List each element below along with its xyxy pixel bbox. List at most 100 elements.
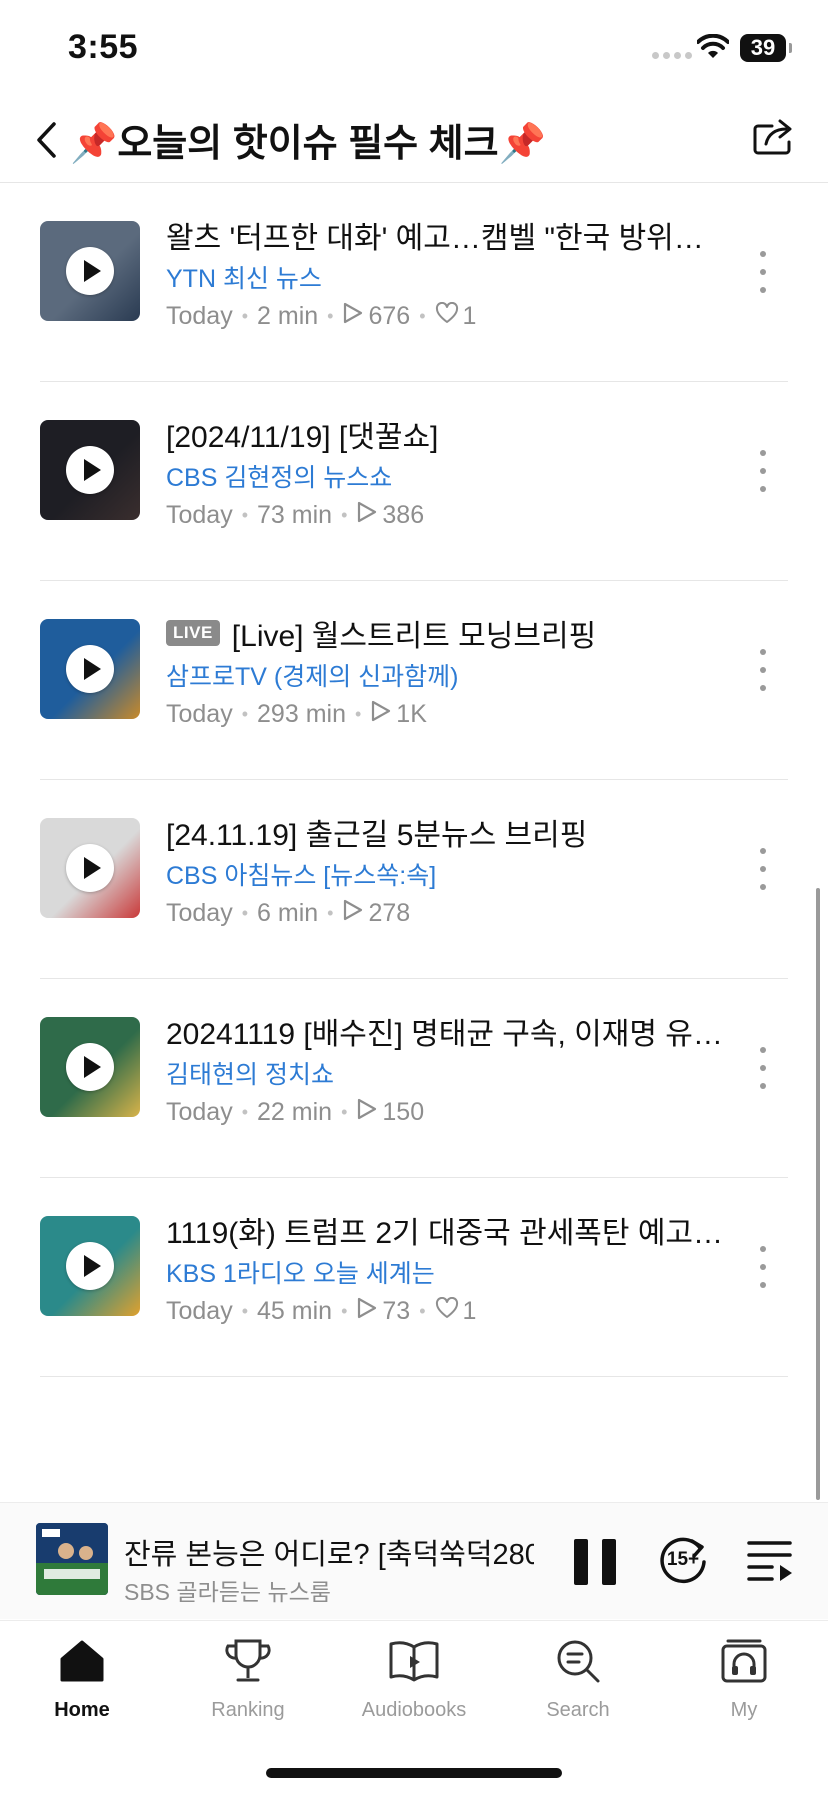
episode-list-item[interactable]: [2024/11/19] [댓꿀쇼] CBS 김현정의 뉴스쇼 Today • … xyxy=(0,382,828,581)
episode-meta: Today • 2 min • 676 • 1 xyxy=(166,301,477,331)
channel-link[interactable]: 삼프로TV (경제의 신과함께) xyxy=(166,657,459,693)
battery-level: 39 xyxy=(750,35,776,60)
play-button[interactable] xyxy=(66,247,114,295)
episode-title-row: [24.11.19] 출근길 5분뉴스 브리핑 xyxy=(166,810,726,854)
play-button[interactable] xyxy=(66,1043,114,1091)
play-count: 676 xyxy=(368,302,411,330)
episode-title: [24.11.19] 출근길 5분뉴스 브리핑 xyxy=(166,819,588,852)
cellular-signal-icon xyxy=(652,52,692,59)
skip-forward-button[interactable]: 15+ xyxy=(656,1535,710,1589)
live-badge: LIVE xyxy=(166,620,220,646)
like-count: 1 xyxy=(462,1297,477,1325)
mini-player[interactable]: 잔류 본능은 어디로? [축덕쑥덕280] SBS 골라듣는 뉴스룸 15+ xyxy=(0,1502,828,1619)
play-button[interactable] xyxy=(66,844,114,892)
episode-thumbnail[interactable] xyxy=(40,1216,140,1316)
more-options-button[interactable] xyxy=(748,446,778,496)
more-options-button[interactable] xyxy=(748,645,778,695)
play-count: 278 xyxy=(368,899,411,927)
tab-audiobooks[interactable]: Audiobooks xyxy=(344,1635,484,1735)
play-count-icon xyxy=(342,898,368,929)
episode-meta: Today • 45 min • 73 • 1 xyxy=(166,1296,477,1327)
episode-duration: 2 min xyxy=(257,302,319,330)
episode-thumbnail[interactable] xyxy=(40,221,140,321)
episode-meta: Today • 6 min • 278 xyxy=(166,898,411,929)
episode-date: Today xyxy=(166,700,233,728)
episode-title: 1119(화) 트럼프 2기 대중국 관세폭탄 예고,… xyxy=(166,1217,726,1250)
channel-link[interactable]: KBS 1라디오 오늘 세계는 xyxy=(166,1254,435,1290)
more-vertical-icon xyxy=(760,649,766,655)
tab-ranking[interactable]: Ranking xyxy=(178,1635,318,1735)
episode-duration: 22 min xyxy=(257,1098,333,1126)
episode-list: 왈츠 '터프한 대화' 예고…캠벨 "한국 방위비… YTN 최신 뉴스 Tod… xyxy=(0,183,828,1377)
audiobook-icon xyxy=(388,1635,440,1687)
channel-link[interactable]: YTN 최신 뉴스 xyxy=(166,259,322,295)
tab-label: Home xyxy=(54,1699,110,1721)
episode-thumbnail[interactable] xyxy=(40,619,140,719)
episode-duration: 73 min xyxy=(257,501,333,529)
play-count: 150 xyxy=(382,1098,425,1126)
tab-label: Audiobooks xyxy=(361,1699,467,1721)
tab-label: Search xyxy=(546,1699,610,1721)
more-vertical-icon xyxy=(760,848,766,854)
episode-thumbnail[interactable] xyxy=(40,818,140,918)
divider xyxy=(40,1376,788,1377)
back-button[interactable] xyxy=(26,114,66,166)
tab-label: Ranking xyxy=(211,1699,285,1721)
more-options-button[interactable] xyxy=(748,1242,778,1292)
play-button[interactable] xyxy=(66,446,114,494)
play-icon xyxy=(84,459,101,481)
page-header: 📌오늘의 핫이슈 필수 체크📌 xyxy=(0,100,828,183)
episode-title-row: 20241119 [배수진] 명태균 구속, 이재명 유… xyxy=(166,1009,726,1053)
more-options-button[interactable] xyxy=(748,844,778,894)
channel-link[interactable]: CBS 아침뉴스 [뉴스쏙:속] xyxy=(166,856,436,892)
trophy-icon xyxy=(222,1635,274,1687)
episode-duration: 6 min xyxy=(257,899,319,927)
search-icon xyxy=(552,1635,604,1687)
episode-duration: 45 min xyxy=(257,1297,333,1325)
more-options-button[interactable] xyxy=(748,247,778,297)
episode-list-item[interactable]: [24.11.19] 출근길 5분뉴스 브리핑 CBS 아침뉴스 [뉴스쏙:속]… xyxy=(0,780,828,979)
playlist-button[interactable] xyxy=(746,1537,794,1583)
episode-title-row: 왈츠 '터프한 대화' 예고…캠벨 "한국 방위비… xyxy=(166,213,726,257)
episode-thumbnail[interactable] xyxy=(40,1017,140,1117)
play-button[interactable] xyxy=(66,1242,114,1290)
home-icon xyxy=(56,1635,108,1687)
tab-search[interactable]: Search xyxy=(508,1635,648,1735)
more-vertical-icon xyxy=(760,450,766,456)
more-options-button[interactable] xyxy=(748,1043,778,1093)
channel-link[interactable]: CBS 김현정의 뉴스쇼 xyxy=(166,458,392,494)
play-icon xyxy=(84,260,101,282)
tab-home[interactable]: Home xyxy=(12,1635,152,1735)
headphones-icon xyxy=(718,1635,770,1687)
pause-icon xyxy=(574,1539,588,1585)
episode-meta: Today • 22 min • 150 xyxy=(166,1098,425,1126)
episode-date: Today xyxy=(166,302,233,330)
pause-button[interactable] xyxy=(574,1539,616,1585)
wifi-icon xyxy=(697,34,729,58)
episode-list-item[interactable]: 20241119 [배수진] 명태균 구속, 이재명 유… 김태현의 정치쇼 T… xyxy=(0,979,828,1178)
tab-my[interactable]: My xyxy=(674,1635,814,1735)
channel-link[interactable]: 김태현의 정치쇼 xyxy=(166,1055,334,1091)
battery-icon: 39 xyxy=(740,34,792,62)
episode-title: [Live] 월스트리트 모닝브리핑 xyxy=(231,620,597,653)
heart-icon xyxy=(435,301,463,331)
episode-list-item[interactable]: 왈츠 '터프한 대화' 예고…캠벨 "한국 방위비… YTN 최신 뉴스 Tod… xyxy=(0,183,828,382)
episode-list-item[interactable]: LIVE [Live] 월스트리트 모닝브리핑 삼프로TV (경제의 신과함께)… xyxy=(0,581,828,780)
share-button[interactable] xyxy=(748,110,800,162)
scrollbar[interactable] xyxy=(816,888,820,1500)
episode-title: 20241119 [배수진] 명태균 구속, 이재명 유… xyxy=(166,1018,723,1051)
episode-thumbnail[interactable] xyxy=(40,420,140,520)
play-button[interactable] xyxy=(66,645,114,693)
play-count-icon xyxy=(370,699,396,730)
episode-date: Today xyxy=(166,501,233,529)
play-count-icon xyxy=(356,500,382,531)
play-count-icon xyxy=(356,1296,382,1327)
episode-title-row: LIVE [Live] 월스트리트 모닝브리핑 xyxy=(166,611,726,655)
play-icon xyxy=(84,1255,101,1277)
like-count: 1 xyxy=(462,302,477,330)
now-playing-channel: SBS 골라듣는 뉴스룸 xyxy=(124,1579,331,1605)
episode-date: Today xyxy=(166,899,233,927)
episode-list-item[interactable]: 1119(화) 트럼프 2기 대중국 관세폭탄 예고,… KBS 1라디오 오늘… xyxy=(0,1178,828,1377)
play-icon xyxy=(84,1056,101,1078)
now-playing-thumbnail xyxy=(36,1523,108,1595)
